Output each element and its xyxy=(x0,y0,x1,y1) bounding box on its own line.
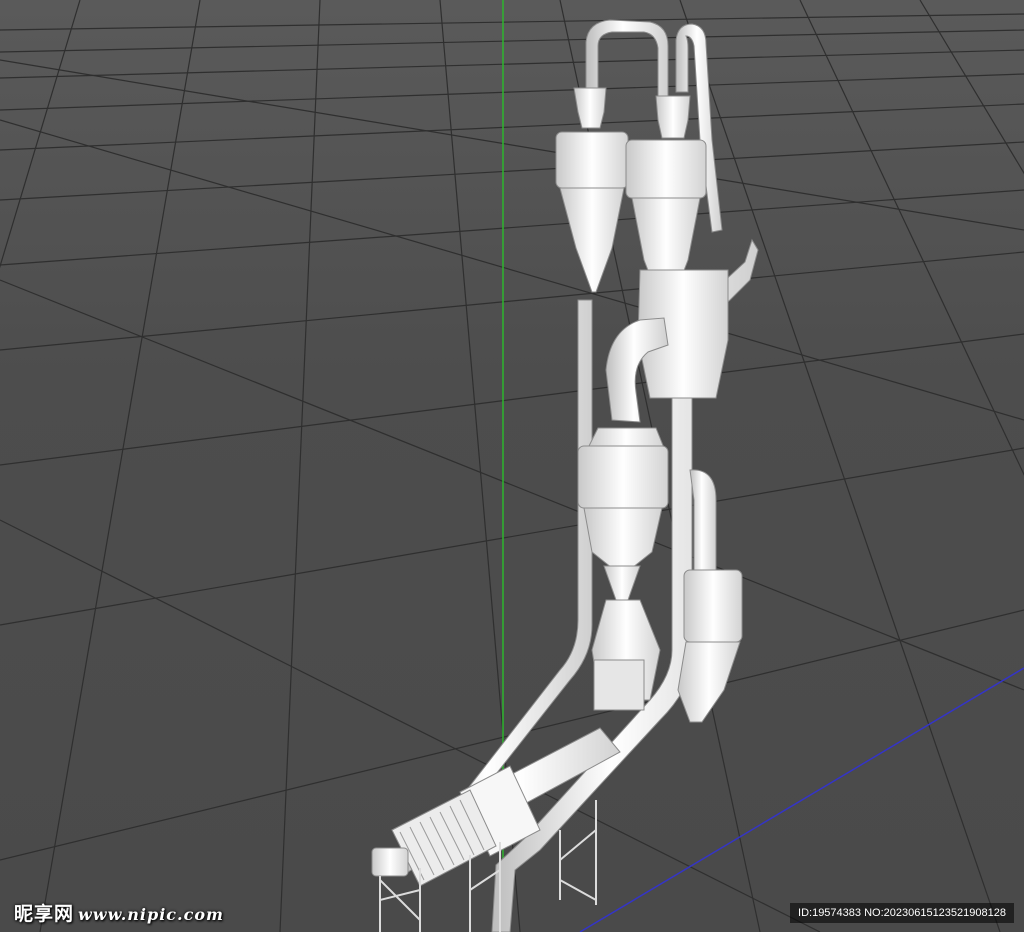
cyclone-outlet-left xyxy=(573,87,607,129)
watermark-left: 昵享网 www.nipic.com xyxy=(14,899,224,926)
kiln-end-cap xyxy=(371,847,409,877)
calciner-bottom-cone xyxy=(603,565,641,601)
watermark-site: 昵享网 xyxy=(14,903,75,925)
upper-cyclone-left-cone xyxy=(559,187,625,293)
watermark-id: ID:19574383 NO:20230615123521908128 xyxy=(790,903,1014,923)
kiln-inlet-box xyxy=(593,659,645,711)
3d-viewport[interactable]: 昵享网 www.nipic.com ID:19574383 NO:20230615… xyxy=(0,0,1024,932)
lower-right-duct xyxy=(689,469,717,573)
top-duct-left xyxy=(585,19,669,99)
calciner-cone xyxy=(583,507,663,569)
cyclone-outlet-right xyxy=(655,95,691,139)
calciner-top xyxy=(587,427,665,449)
lower-cyclone-body xyxy=(683,569,743,643)
upper-cyclone-left-body xyxy=(555,131,629,189)
upper-cyclone-right-body xyxy=(625,139,707,199)
calciner-body xyxy=(577,445,669,509)
viewport-canvas[interactable] xyxy=(0,0,1024,932)
watermark-url: www.nipic.com xyxy=(78,905,224,924)
industrial-model[interactable] xyxy=(371,19,759,932)
